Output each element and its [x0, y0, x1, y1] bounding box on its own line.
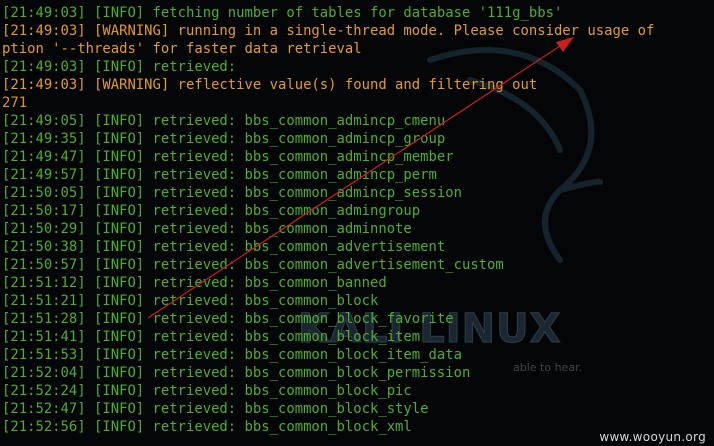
log-line-info: [21:49:35] [INFO] retrieved: bbs_common_…	[2, 131, 446, 147]
log-line-warning: [21:49:03] [WARNING] running in a single…	[2, 23, 655, 39]
log-line-info: [21:50:17] [INFO] retrieved: bbs_common_…	[2, 203, 421, 219]
terminal-output: [21:49:03] [INFO] fetching number of tab…	[2, 4, 714, 436]
log-line-info: [21:49:03] [INFO] fetching number of tab…	[2, 5, 563, 21]
log-line-info: [21:50:57] [INFO] retrieved: bbs_common_…	[2, 257, 504, 273]
log-line-info: [21:52:24] [INFO] retrieved: bbs_common_…	[2, 383, 412, 399]
log-line-info: [21:52:47] [INFO] retrieved: bbs_common_…	[2, 401, 429, 417]
log-line-info: [21:52:04] [INFO] retrieved: bbs_common_…	[2, 365, 471, 381]
log-line-info: [21:51:28] [INFO] retrieved: bbs_common_…	[2, 311, 454, 327]
log-line-info: [21:50:05] [INFO] retrieved: bbs_common_…	[2, 185, 462, 201]
log-line-count: 271	[2, 95, 28, 111]
log-line-info: [21:51:21] [INFO] retrieved: bbs_common_…	[2, 293, 379, 309]
log-line-info: [21:50:38] [INFO] retrieved: bbs_common_…	[2, 239, 446, 255]
log-line-info: [21:49:57] [INFO] retrieved: bbs_common_…	[2, 167, 437, 183]
log-line-info: [21:49:03] [INFO] retrieved:	[2, 59, 237, 75]
log-line-info: [21:49:47] [INFO] retrieved: bbs_common_…	[2, 149, 454, 165]
log-line-warning: ption '--threads' for faster data retrie…	[2, 41, 362, 57]
terminal-window[interactable]: KALI LINUX able to hear. [21:49:03] [INF…	[0, 0, 714, 446]
log-line-info: [21:50:29] [INFO] retrieved: bbs_common_…	[2, 221, 412, 237]
log-line-info: [21:51:53] [INFO] retrieved: bbs_common_…	[2, 347, 462, 363]
log-line-warning: [21:49:03] [WARNING] reflective value(s)…	[2, 77, 538, 93]
site-watermark: www.wooyun.org	[599, 430, 706, 444]
log-line-info: [21:51:41] [INFO] retrieved: bbs_common_…	[2, 329, 421, 345]
log-line-info: [21:49:05] [INFO] retrieved: bbs_common_…	[2, 113, 446, 129]
log-line-info: [21:51:12] [INFO] retrieved: bbs_common_…	[2, 275, 387, 291]
